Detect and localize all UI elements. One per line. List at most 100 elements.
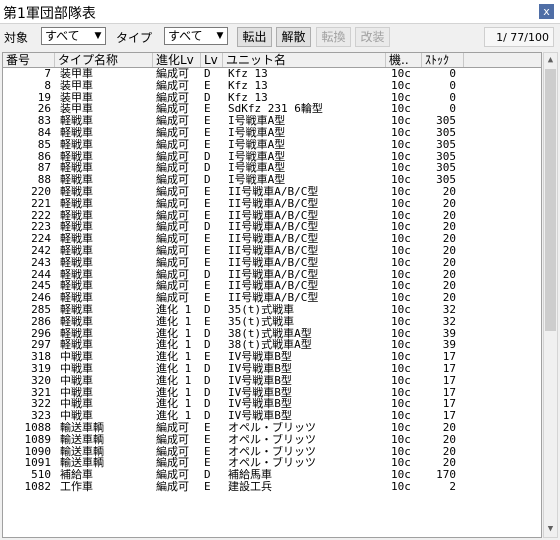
cell-stock: 20 <box>442 256 456 269</box>
type-select[interactable]: すべて ▼ <box>164 27 228 45</box>
cell-stock: 2 <box>449 480 456 493</box>
header-unit-name[interactable]: ユニット名 <box>223 53 386 67</box>
cell-evolution-lv: 進化 1 <box>156 410 192 422</box>
cell-unit-name: IV号戦車B型 <box>228 398 292 411</box>
cell-evolution-lv: 編成可 <box>156 480 189 493</box>
cell-unit-name: IV号戦車B型 <box>228 362 292 375</box>
vertical-scrollbar[interactable]: ▲ ▼ <box>543 52 558 538</box>
cell-unit-name: SdKfz 231 6輪型 <box>228 103 323 116</box>
table-row[interactable]: 1082 工作車 編成可 E 建設工兵 10c 2 <box>3 480 541 493</box>
table-row[interactable]: 246 軽戦車 編成可 E II号戦車A/B/C型 10c 20 <box>3 292 541 304</box>
cell-evolution-lv: 進化 1 <box>156 339 192 352</box>
table-row[interactable]: 244 軽戦車 編成可 D II号戦車A/B/C型 10c 20 <box>3 268 541 281</box>
table-row[interactable]: 318 中戦車 進化 1 E IV号戦車B型 10c 17 <box>3 351 541 363</box>
cell-lv: E <box>204 445 211 458</box>
cell-unit-name: 38(t)式戦車A型 <box>228 327 312 340</box>
convert-button[interactable]: 転換 <box>316 27 351 47</box>
cell-mobility: 10c <box>391 268 411 281</box>
type-label: タイプ <box>116 31 153 45</box>
table-row[interactable]: 319 中戦車 進化 1 D IV号戦車B型 10c 17 <box>3 362 541 375</box>
cell-evolution-lv: 編成可 <box>156 174 189 186</box>
scroll-up-icon[interactable]: ▲ <box>544 53 557 68</box>
close-icon[interactable]: x <box>539 4 554 19</box>
transfer-button[interactable]: 転出 <box>237 27 272 47</box>
disband-button[interactable]: 解散 <box>276 27 311 47</box>
cell-number: 322 <box>31 398 51 411</box>
table-row[interactable]: 1089 輸送車輌 編成可 E オペル・ブリッツ 10c 20 <box>3 434 541 446</box>
table-row[interactable]: 320 中戦車 進化 1 D IV号戦車B型 10c 17 <box>3 374 541 387</box>
table-row[interactable]: 221 軽戦車 編成可 E II号戦車A/B/C型 10c 20 <box>3 197 541 210</box>
cell-type-name: 中戦車 <box>60 398 93 411</box>
table-row[interactable]: 322 中戦車 進化 1 D IV号戦車B型 10c 17 <box>3 398 541 411</box>
header-type-name[interactable]: タイプ名称 <box>55 53 153 67</box>
table-row[interactable]: 321 中戦車 進化 1 D IV号戦車B型 10c 17 <box>3 386 541 399</box>
cell-mobility: 10c <box>391 457 411 470</box>
cell-stock: 20 <box>442 185 456 198</box>
header-stock[interactable]: ｽﾄｯｸ <box>422 53 464 67</box>
table-row[interactable]: 285 軽戦車 進化 1 D 35(t)式戦車 10c 32 <box>3 303 541 316</box>
cell-type-name: 軽戦車 <box>60 197 93 210</box>
toolbar: 対象 すべて ▼ タイプ すべて ▼ 転出 解散 転換 改装 1/ 77/100 <box>0 24 560 50</box>
cell-number: 296 <box>31 327 51 340</box>
scroll-thumb[interactable] <box>545 69 556 331</box>
table-row[interactable]: 84 軽戦車 編成可 E I号戦車A型 10c 305 <box>3 127 541 139</box>
cell-unit-name: II号戦車A/B/C型 <box>228 256 319 269</box>
cell-number: 26 <box>37 103 51 116</box>
cell-mobility: 10c <box>391 103 411 116</box>
cell-stock: 305 <box>436 162 456 175</box>
table-header: 番号 タイプ名称 進化Lv Lv ユニット名 機.. ｽﾄｯｸ <box>3 53 541 68</box>
table-row[interactable]: 83 軽戦車 編成可 E I号戦車A型 10c 305 <box>3 115 541 127</box>
scroll-down-icon[interactable]: ▼ <box>544 522 557 537</box>
cell-evolution-lv: 進化 1 <box>156 315 192 328</box>
table-row[interactable]: 510 補給車 編成可 D 補給馬車 10c 170 <box>3 469 541 481</box>
table-row[interactable]: 323 中戦車 進化 1 D IV号戦車B型 10c 17 <box>3 410 541 422</box>
table-row[interactable]: 86 軽戦車 編成可 D I号戦車A型 10c 305 <box>3 151 541 163</box>
cell-mobility: 10c <box>391 115 411 127</box>
table-row[interactable]: 19 装甲車 編成可 D Kfz 13 10c 0 <box>3 91 541 104</box>
table-row[interactable]: 220 軽戦車 編成可 E II号戦車A/B/C型 10c 20 <box>3 185 541 198</box>
target-select[interactable]: すべて ▼ <box>41 27 106 45</box>
table-row[interactable]: 8 装甲車 編成可 E Kfz 13 10c 0 <box>3 80 541 92</box>
cell-lv: D <box>204 398 211 411</box>
cell-stock: 20 <box>442 421 456 434</box>
upgrade-button[interactable]: 改装 <box>355 27 390 47</box>
cell-lv: D <box>204 174 211 186</box>
cell-type-name: 軽戦車 <box>60 256 93 269</box>
header-lv[interactable]: Lv <box>201 53 223 67</box>
table-row[interactable]: 242 軽戦車 編成可 E II号戦車A/B/C型 10c 20 <box>3 245 541 257</box>
table-row[interactable]: 296 軽戦車 進化 1 D 38(t)式戦車A型 10c 39 <box>3 327 541 340</box>
table-row[interactable]: 87 軽戦車 編成可 D I号戦車A型 10c 305 <box>3 162 541 175</box>
cell-number: 323 <box>31 410 51 422</box>
header-number[interactable]: 番号 <box>3 53 55 67</box>
cell-unit-name: Kfz 13 <box>228 91 268 104</box>
cell-unit-name: オペル・ブリッツ <box>228 457 316 470</box>
cell-number: 510 <box>31 469 51 481</box>
cell-lv: E <box>204 197 211 210</box>
table-row[interactable]: 224 軽戦車 編成可 E II号戦車A/B/C型 10c 20 <box>3 233 541 245</box>
cell-type-name: 軽戦車 <box>60 115 93 127</box>
table-row[interactable]: 88 軽戦車 編成可 D I号戦車A型 10c 305 <box>3 174 541 186</box>
table-row[interactable]: 85 軽戦車 編成可 E I号戦車A型 10c 305 <box>3 138 541 151</box>
table-row[interactable]: 222 軽戦車 編成可 E II号戦車A/B/C型 10c 20 <box>3 210 541 222</box>
table-row[interactable]: 297 軽戦車 進化 1 D 38(t)式戦車A型 10c 39 <box>3 339 541 352</box>
table-row[interactable]: 286 軽戦車 進化 1 E 35(t)式戦車 10c 32 <box>3 315 541 328</box>
table-row[interactable]: 245 軽戦車 編成可 E II号戦車A/B/C型 10c 20 <box>3 280 541 292</box>
header-mobility[interactable]: 機.. <box>386 53 422 67</box>
table-row[interactable]: 223 軽戦車 編成可 D II号戦車A/B/C型 10c 20 <box>3 221 541 234</box>
table-row[interactable]: 243 軽戦車 編成可 E II号戦車A/B/C型 10c 20 <box>3 256 541 269</box>
cell-mobility: 10c <box>391 469 411 481</box>
cell-type-name: 軽戦車 <box>60 303 93 316</box>
cell-lv: E <box>204 315 211 328</box>
table-row[interactable]: 1090 輸送車輌 編成可 E オペル・ブリッツ 10c 20 <box>3 445 541 458</box>
cell-number: 7 <box>44 68 51 80</box>
table-row[interactable]: 26 装甲車 編成可 E SdKfz 231 6輪型 10c 0 <box>3 103 541 116</box>
cell-lv: E <box>204 138 211 151</box>
cell-stock: 20 <box>442 197 456 210</box>
cell-number: 321 <box>31 386 51 399</box>
table-row[interactable]: 1088 輸送車輌 編成可 E オペル・ブリッツ 10c 20 <box>3 421 541 434</box>
header-evolution-lv[interactable]: 進化Lv <box>153 53 201 67</box>
table-row[interactable]: 7 装甲車 編成可 D Kfz 13 10c 0 <box>3 68 541 80</box>
cell-lv: D <box>204 221 211 234</box>
cell-evolution-lv: 進化 1 <box>156 374 192 387</box>
table-row[interactable]: 1091 輸送車輌 編成可 E オペル・ブリッツ 10c 20 <box>3 457 541 470</box>
